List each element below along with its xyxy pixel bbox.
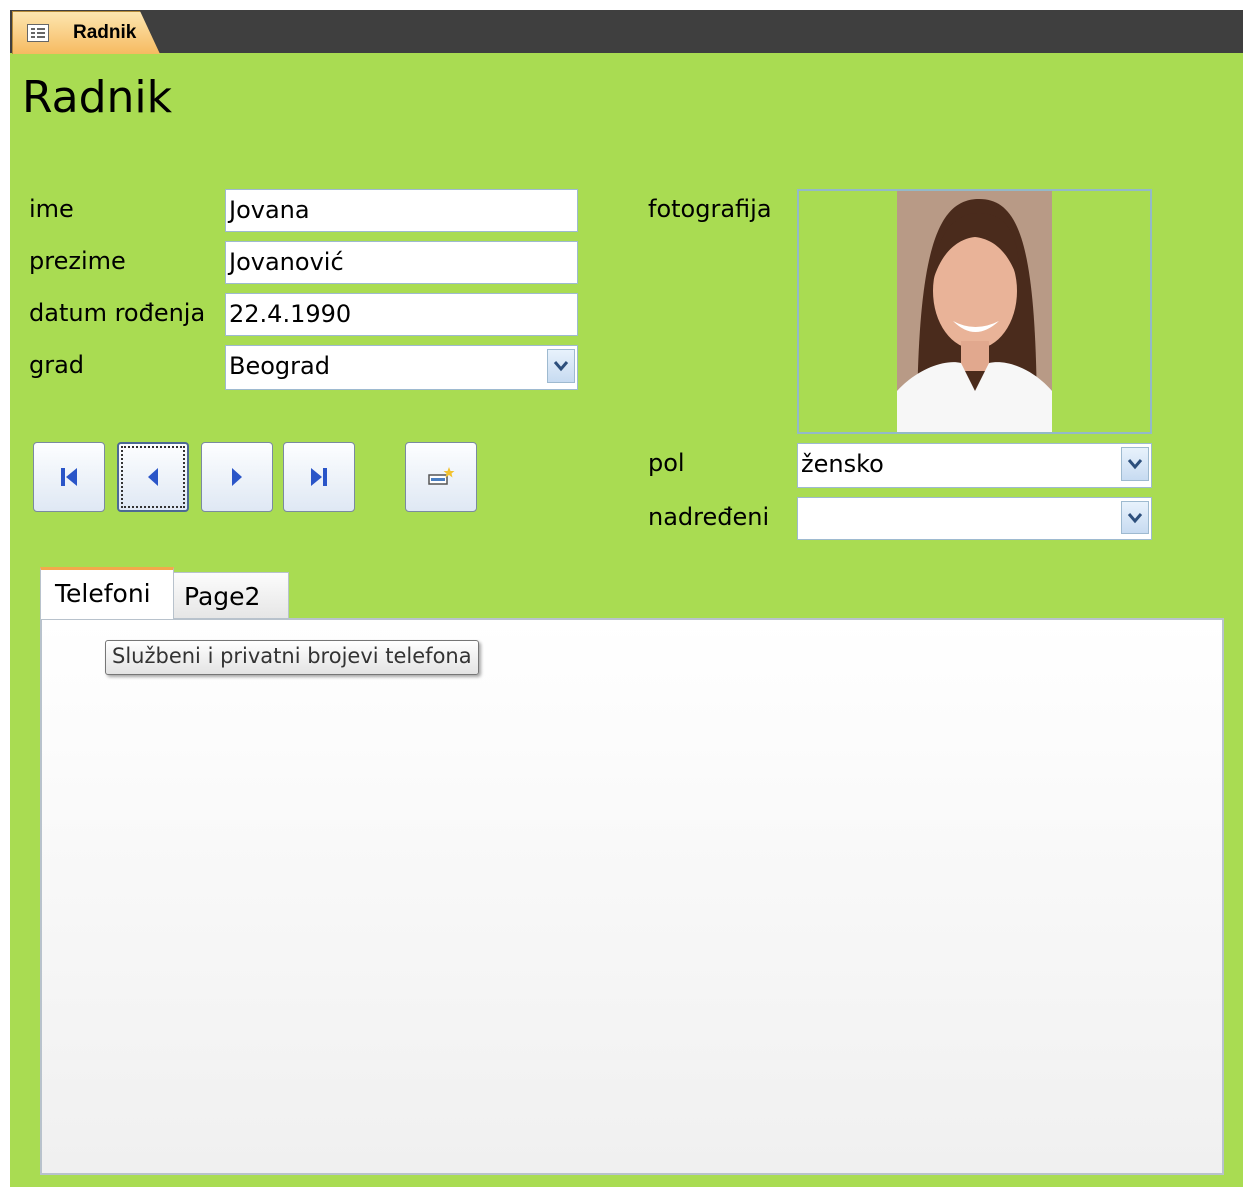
form-title: Radnik xyxy=(22,72,173,123)
pol-combo-value: žensko xyxy=(801,450,884,478)
chevron-down-icon xyxy=(1127,459,1143,470)
pol-label: pol xyxy=(648,449,685,477)
grad-combo-value: Beograd xyxy=(229,352,330,380)
next-record-icon xyxy=(232,468,242,486)
ime-field[interactable]: Jovana xyxy=(225,189,578,232)
grad-dropdown-button[interactable] xyxy=(547,349,575,383)
nadredjeni-dropdown-button[interactable] xyxy=(1121,501,1149,534)
last-record-icon xyxy=(311,468,327,486)
first-record-button[interactable] xyxy=(33,442,105,512)
datum-rodjenja-label: datum rođenja xyxy=(29,299,206,327)
document-tab-strip xyxy=(10,10,1243,53)
previous-record-icon xyxy=(148,468,158,486)
grad-label: grad xyxy=(29,351,85,379)
form-icon xyxy=(27,24,49,42)
next-record-button[interactable] xyxy=(201,442,273,512)
chevron-down-icon xyxy=(1127,512,1143,523)
prezime-label: prezime xyxy=(29,247,126,275)
tab-tooltip: Službeni i privatni brojevi telefona xyxy=(105,640,479,675)
document-tab-radnik[interactable]: Radnik xyxy=(12,11,160,54)
first-record-icon xyxy=(61,468,77,486)
document-tab-label: Radnik xyxy=(73,22,137,43)
photo-frame[interactable] xyxy=(797,189,1152,434)
nadredjeni-combo[interactable] xyxy=(797,497,1152,540)
tab-page-telefoni xyxy=(40,618,1224,1175)
fotografija-label: fotografija xyxy=(648,195,772,223)
tab-telefoni[interactable]: Telefoni xyxy=(40,567,174,619)
pol-dropdown-button[interactable] xyxy=(1121,447,1149,481)
employee-photo xyxy=(897,191,1052,432)
pol-combo[interactable]: žensko xyxy=(797,443,1152,488)
chevron-down-icon xyxy=(553,361,569,372)
tab-page2[interactable]: Page2 xyxy=(173,572,289,618)
new-record-icon xyxy=(428,467,455,485)
previous-record-button[interactable] xyxy=(117,442,189,512)
prezime-field[interactable]: Jovanović xyxy=(225,241,578,284)
datum-rodjenja-field[interactable]: 22.4.1990 xyxy=(225,293,578,336)
new-record-button[interactable] xyxy=(405,442,477,512)
grad-combo[interactable]: Beograd xyxy=(225,345,578,390)
nadredjeni-label: nadređeni xyxy=(648,503,770,531)
ime-label: ime xyxy=(29,195,74,223)
last-record-button[interactable] xyxy=(283,442,355,512)
